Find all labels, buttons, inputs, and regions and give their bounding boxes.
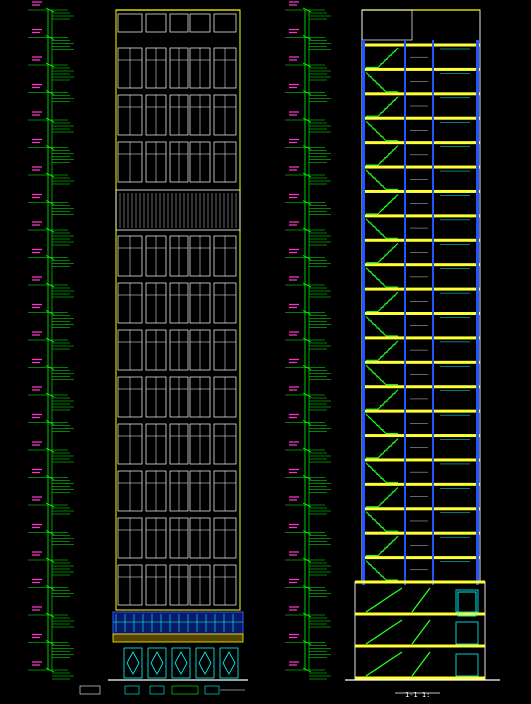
floor-slab [362, 67, 480, 71]
floor-slab [362, 189, 480, 193]
floor-slab [362, 507, 480, 511]
floor-slab [362, 263, 480, 267]
sheet-footer: 1-1 1: [405, 691, 430, 699]
section-title: 1-1 1: [405, 691, 430, 699]
floor-slab [362, 434, 480, 438]
structural-column [404, 40, 406, 585]
floor-slab [362, 360, 480, 364]
podium-slab [355, 612, 485, 616]
canvas-background [0, 0, 531, 700]
structural-column [432, 40, 434, 585]
floor-slab [362, 531, 480, 535]
drawing-canvas: 1-1 1: [0, 0, 531, 700]
podium-slab [355, 580, 485, 584]
cad-drawing-sheet: 1-1 1: [0, 0, 531, 700]
floor-slab [362, 92, 480, 96]
floor-slab [362, 409, 480, 413]
floor-slab [362, 141, 480, 145]
floor-slab [362, 43, 480, 47]
floor-slab [362, 312, 480, 315]
floor-slab [362, 238, 480, 242]
floor-slab [362, 556, 480, 560]
floor-slab [362, 385, 480, 389]
floor-slab [362, 116, 480, 120]
floor-slab [362, 214, 480, 218]
podium-slab [355, 644, 485, 648]
structural-column [476, 40, 479, 585]
storefront-fascia [112, 633, 244, 643]
floor-slab [362, 287, 480, 291]
floor-slab [362, 458, 480, 462]
podium-slab [355, 676, 485, 680]
structural-column [362, 40, 365, 585]
floor-slab [362, 336, 480, 340]
floor-slab [362, 165, 480, 169]
floor-slab [362, 482, 480, 486]
storefront-canopy [112, 611, 244, 635]
